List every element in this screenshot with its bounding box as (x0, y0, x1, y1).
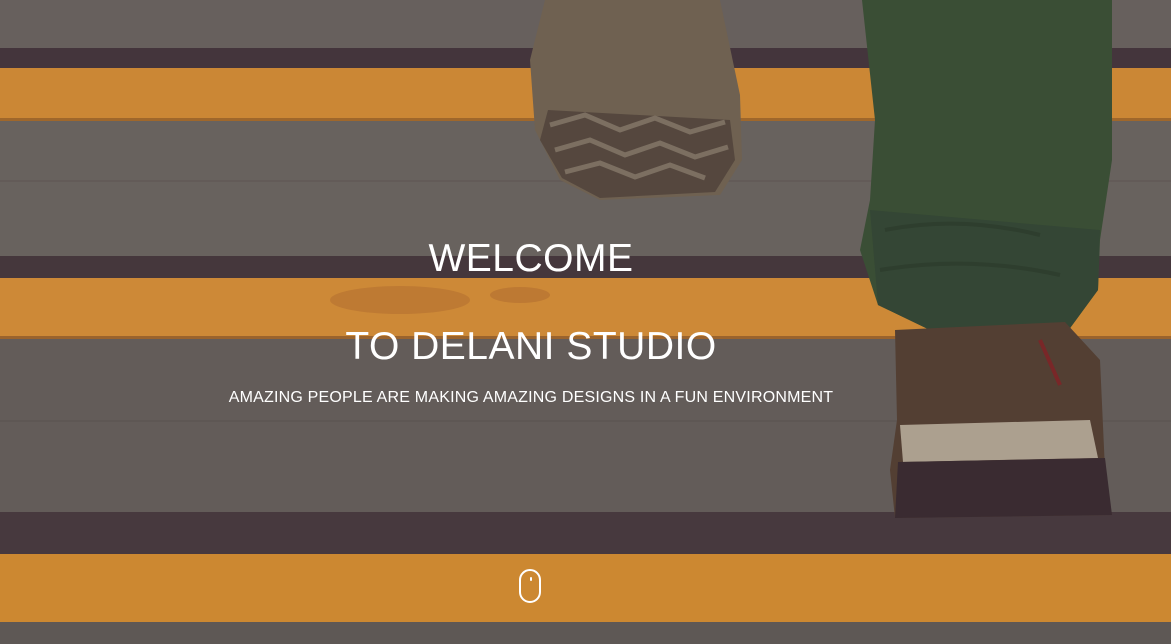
hero-content: WELCOME TO DELANI STUDIO AMAZING PEOPLE … (0, 0, 1171, 644)
mouse-wheel-icon (530, 577, 532, 581)
hero-section: WELCOME TO DELANI STUDIO AMAZING PEOPLE … (0, 0, 1171, 644)
hero-title-line-1: WELCOME (428, 237, 634, 280)
mouse-scroll-icon[interactable] (519, 569, 541, 603)
hero-tagline: AMAZING PEOPLE ARE MAKING AMAZING DESIGN… (228, 389, 834, 406)
hero-title-line-2: TO DELANI STUDIO (345, 325, 717, 368)
